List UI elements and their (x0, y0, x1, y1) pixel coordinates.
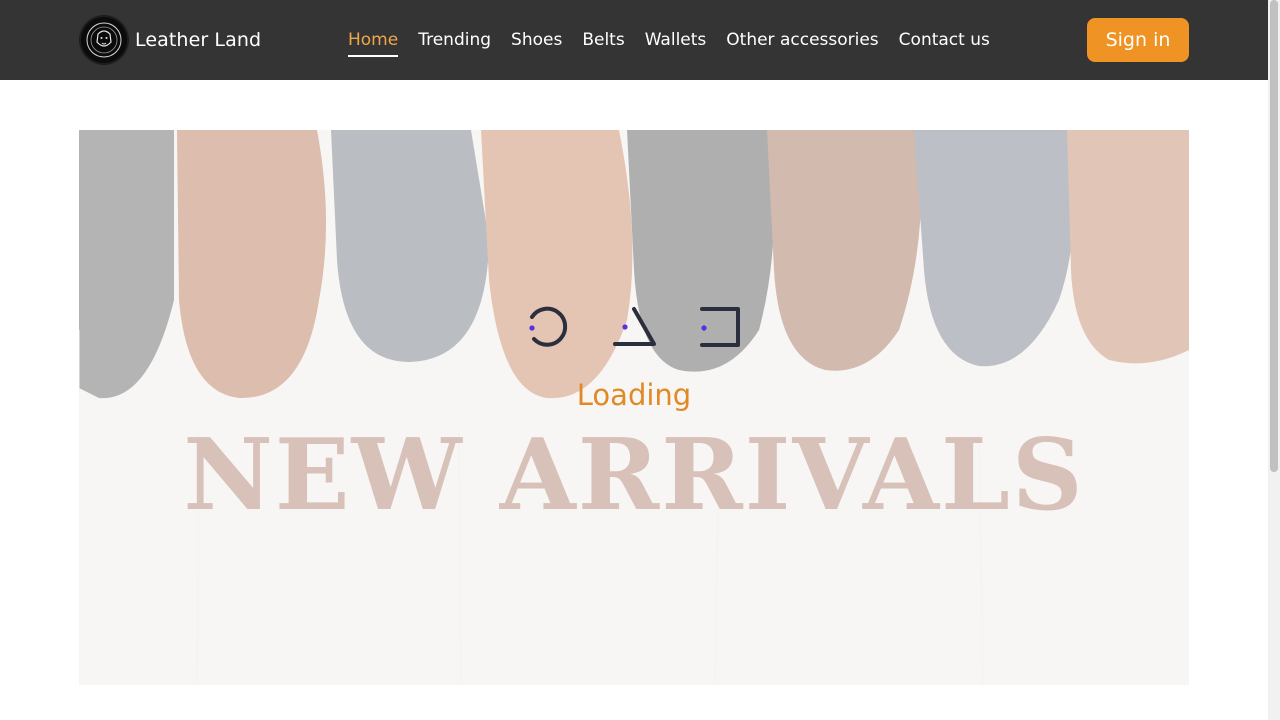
nav-item-trending[interactable]: Trending (418, 28, 491, 52)
hero-title: NEW ARRIVALS (183, 418, 1085, 533)
square-icon (700, 307, 740, 347)
lion-crest-logo-icon (79, 15, 129, 65)
nav-item-other-accessories[interactable]: Other accessories (726, 28, 878, 52)
nav-item-belts[interactable]: Belts (582, 28, 624, 52)
nav-item-home[interactable]: Home (348, 28, 399, 57)
loading-spinner (522, 300, 752, 355)
page-scrollbar[interactable] (1268, 0, 1280, 720)
main-nav: Home Trending Shoes Belts Wallets Other … (348, 28, 1010, 57)
triangle-icon (613, 307, 656, 346)
sign-in-button[interactable]: Sign in (1087, 18, 1189, 62)
brand-name: Leather Land (135, 29, 262, 51)
nav-item-shoes[interactable]: Shoes (511, 28, 562, 52)
brand[interactable]: Leather Land (79, 15, 261, 65)
circle-icon (529, 306, 568, 347)
nav-item-contact-us[interactable]: Contact us (899, 28, 990, 52)
top-navbar: Leather Land Home Trending Shoes Belts W… (0, 0, 1268, 80)
scrollbar-thumb[interactable] (1270, 0, 1278, 472)
loading-text: Loading (576, 378, 692, 412)
nav-item-wallets[interactable]: Wallets (645, 28, 707, 52)
